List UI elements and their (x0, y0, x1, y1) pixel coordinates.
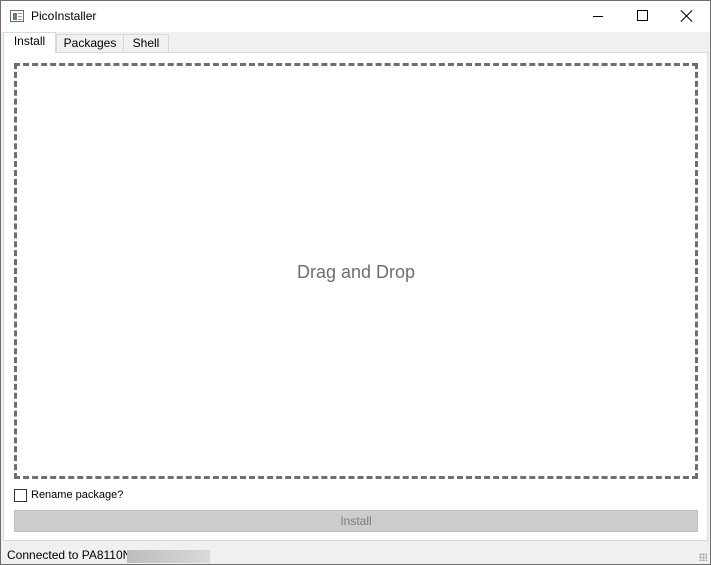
maximize-icon (637, 10, 648, 21)
status-bar: Connected to PA8110N (1, 544, 710, 564)
tab-install[interactable]: Install (3, 32, 56, 53)
drop-zone[interactable]: Drag and Drop (14, 63, 698, 479)
resize-grip-icon[interactable] (699, 553, 707, 561)
tab-bar: Install Packages Shell (1, 32, 710, 53)
redacted-serial (127, 550, 210, 563)
rename-package-checkbox[interactable] (14, 489, 27, 502)
connection-status: Connected to PA8110N (7, 548, 132, 562)
close-button[interactable] (664, 1, 710, 32)
title-bar[interactable]: PicoInstaller (1, 1, 710, 32)
window-title: PicoInstaller (31, 9, 97, 23)
app-window: PicoInstaller Install Packages Shell Dra… (0, 0, 711, 565)
tab-packages[interactable]: Packages (56, 34, 124, 53)
rename-package-label: Rename package? (31, 489, 124, 501)
tab-shell[interactable]: Shell (123, 34, 169, 53)
app-icon (10, 10, 24, 22)
minimize-icon (593, 16, 603, 17)
minimize-button[interactable] (575, 1, 621, 32)
drop-zone-label: Drag and Drop (296, 262, 416, 282)
install-button[interactable]: Install (14, 510, 698, 532)
maximize-button[interactable] (619, 1, 665, 32)
install-panel: Drag and Drop Rename package? Install (3, 52, 708, 541)
close-icon (680, 9, 694, 23)
